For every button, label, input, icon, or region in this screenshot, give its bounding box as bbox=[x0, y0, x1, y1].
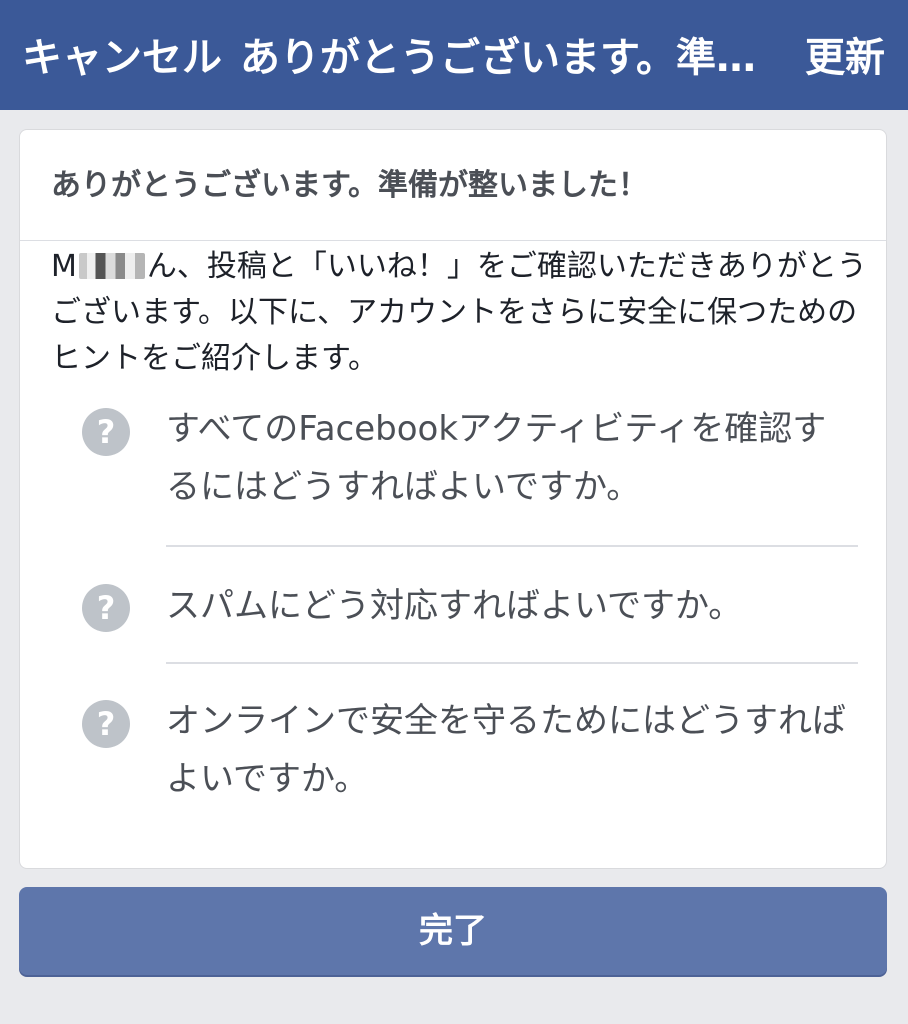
question-icon: ? bbox=[82, 700, 130, 748]
cancel-button[interactable]: キャンセル bbox=[22, 30, 222, 86]
help-item-label: スパムにどう対応すればよいですか。 bbox=[166, 586, 743, 626]
redacted-name bbox=[78, 253, 145, 279]
privacy-checkup-card: ありがとうございます。準備が整いました！ M ん、投稿と「いいね！」をご確認いただ… bbox=[19, 129, 887, 869]
help-item-label: すべてのFacebookアクティビティを確認するにはどうすればよいですか。 bbox=[166, 409, 827, 507]
top-nav-bar: キャンセル ありがとうございます。準備が整いました！ 更新 bbox=[0, 0, 908, 110]
refresh-button[interactable]: 更新 bbox=[805, 30, 885, 86]
card-header: ありがとうございます。準備が整いました！ bbox=[20, 130, 886, 241]
done-button[interactable]: 完了 bbox=[19, 887, 887, 975]
question-icon: ? bbox=[82, 408, 130, 456]
nav-title: ありがとうございます。準備が整いました！ bbox=[240, 35, 780, 81]
question-icon: ? bbox=[82, 584, 130, 632]
user-name-prefix: M bbox=[51, 249, 77, 284]
divider bbox=[166, 662, 858, 664]
help-item-label: オンラインで安全を守るためにはどうすればよいですか。 bbox=[166, 701, 846, 799]
intro-paragraph: M ん、投稿と「いいね！」をご確認いただきありがとうございます。以下に、アカウント… bbox=[51, 244, 871, 382]
user-name-suffix: ん bbox=[146, 249, 177, 284]
divider bbox=[166, 545, 858, 547]
card-title: ありがとうございます。準備が整いました！ bbox=[51, 168, 648, 203]
